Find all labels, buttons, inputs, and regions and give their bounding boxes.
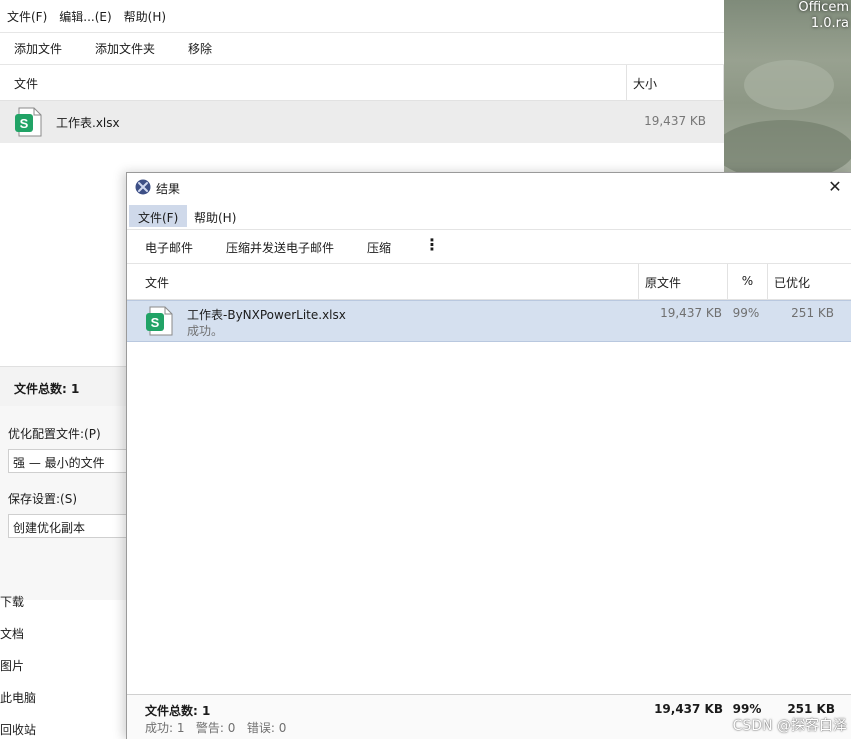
spreadsheet-icon: S [15,107,42,137]
window-title: 结果 [156,182,181,196]
file-size: 19,437 KB [644,114,706,128]
result-list-header: 文件 原文件 % 已优化 [127,264,851,300]
result-titlebar[interactable]: 结果 ✕ [127,173,851,203]
add-file-button[interactable]: 添加文件 [14,40,62,57]
save-settings-select[interactable]: 创建优化副本 [8,514,126,538]
sidebar-nav: 下载 文档 图片 此电脑 回收站 [0,595,126,739]
main-menubar: 文件(F) 编辑...(E) 帮助(H) [0,0,724,32]
sidebar-item-pictures[interactable]: 图片 [0,656,126,688]
result-row[interactable]: S 工作表-ByNXPowerLite.xlsx 成功。 19,437 KB 9… [127,300,851,342]
watermark-text: CSDN @探客白泽 [732,718,847,734]
column-header-size[interactable]: 大小 [626,65,724,101]
sidebar-item-recycle-bin[interactable]: 回收站 [0,720,126,739]
column-header-optimized[interactable]: 已优化 [767,264,851,300]
result-status: 成功。 [187,324,224,338]
svg-text:S: S [151,315,160,330]
more-options-icon[interactable]: ⋮ [424,235,440,254]
file-name: 工作表.xlsx [56,116,120,130]
settings-panel: 优化配置文件:(P) 强 — 最小的文件 保存设置:(S) 创建优化副本 [0,406,126,600]
result-menu-file[interactable]: 文件(F) [129,205,188,227]
total-original-size: 19,437 KB [654,702,723,716]
file-list-header: 文件 大小 [0,65,724,101]
add-folder-button[interactable]: 添加文件夹 [95,40,155,57]
email-button[interactable]: 电子邮件 [145,239,193,256]
result-menu-help[interactable]: 帮助(H) [185,205,245,227]
result-file-name: 工作表-ByNXPowerLite.xlsx [187,308,346,322]
menu-edit[interactable]: 编辑...(E) [58,5,120,28]
compress-button[interactable]: 压缩 [367,239,391,256]
total-optimized-size: 251 KB [787,702,835,716]
result-percent: 99% [732,306,760,320]
desktop-file-label[interactable]: Officem 1.0.ra [798,0,849,32]
column-header-name[interactable]: 文件 [14,75,38,92]
app-logo-icon [135,179,151,195]
total-files-label: 文件总数: 1 [145,704,211,718]
result-stats: 成功: 1 警告: 0 错误: 0 [145,721,287,735]
sidebar-item-this-pc[interactable]: 此电脑 [0,688,126,720]
menu-file[interactable]: 文件(F) [6,5,56,28]
sidebar-item-downloads[interactable]: 下载 [0,592,126,624]
spreadsheet-icon: S [146,306,173,336]
close-button[interactable]: ✕ [819,173,851,201]
sidebar-item-documents[interactable]: 文档 [0,624,126,656]
result-window: 结果 ✕ 文件(F) 帮助(H) 电子邮件 压缩并发送电子邮件 压缩 ⋮ 文件 … [126,172,851,739]
main-toolbar: 添加文件 添加文件夹 移除 [0,32,724,65]
profile-label: 优化配置文件:(P) [8,427,101,441]
save-settings-label: 保存设置:(S) [8,492,78,506]
result-optimized-size: 251 KB [791,306,834,320]
desktop-background: Officem 1.0.ra [724,0,851,172]
file-count-label: 文件总数: 1 [14,382,80,396]
remove-button[interactable]: 移除 [188,40,212,57]
menu-help[interactable]: 帮助(H) [123,5,175,28]
result-original-size: 19,437 KB [660,306,722,320]
result-toolbar: 电子邮件 压缩并发送电子邮件 压缩 ⋮ [127,229,851,264]
column-header-original[interactable]: 原文件 [638,264,728,300]
file-count-summary: 文件总数: 1 [0,366,126,406]
svg-text:S: S [20,116,29,131]
total-percent: 99% [732,702,762,716]
column-header-percent[interactable]: % [727,264,767,300]
profile-select[interactable]: 强 — 最小的文件 [8,449,126,473]
column-header-file[interactable]: 文件 [139,264,175,300]
file-list-row[interactable]: S 工作表.xlsx 19,437 KB [0,101,724,143]
result-menubar: 文件(F) 帮助(H) [127,203,851,229]
compress-email-button[interactable]: 压缩并发送电子邮件 [226,239,334,256]
